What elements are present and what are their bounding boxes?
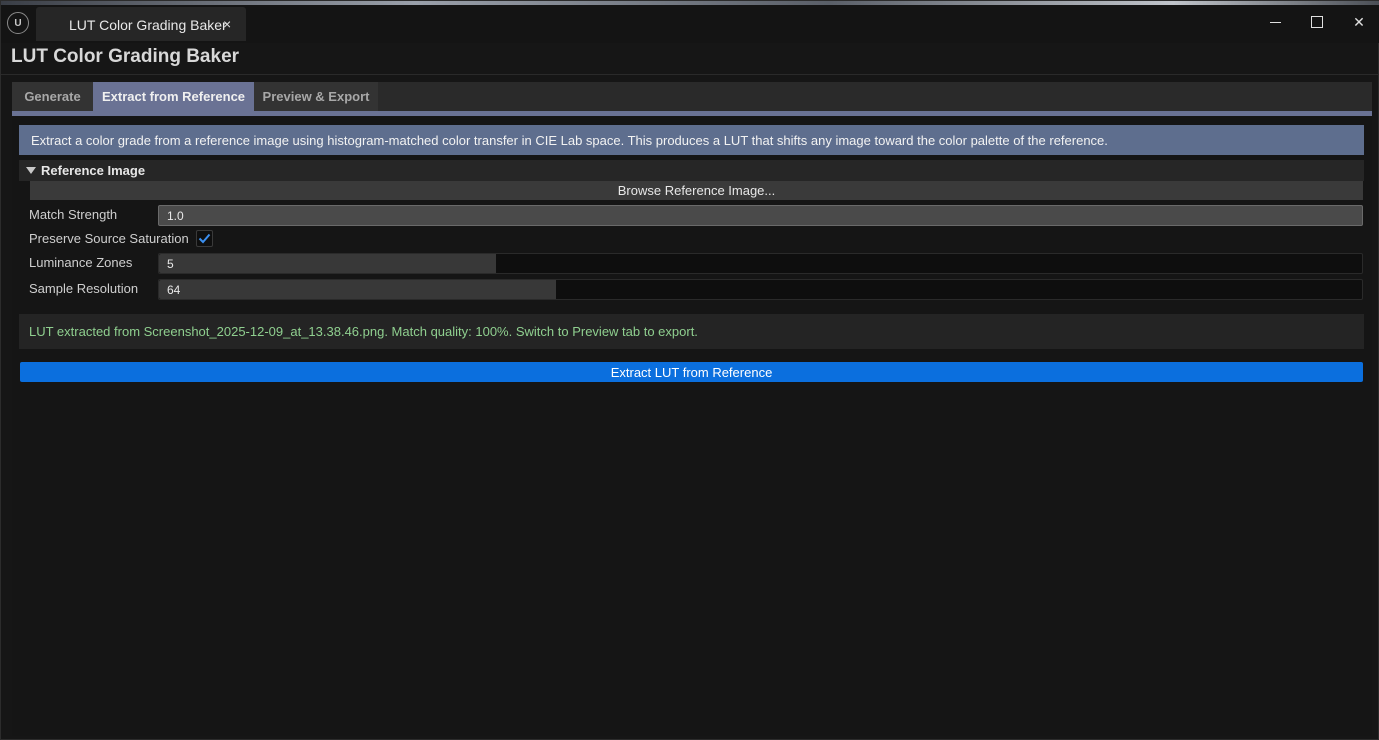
header-divider <box>1 74 1379 75</box>
close-icon: ✕ <box>1353 13 1365 30</box>
checkmark-icon <box>198 233 211 244</box>
sample-resolution-fill <box>159 280 556 299</box>
match-strength-label: Match Strength <box>29 207 118 222</box>
tab-bar: Generate Extract from Reference Preview … <box>12 82 1372 111</box>
chevron-down-icon <box>26 167 36 174</box>
close-tab-icon[interactable]: × <box>223 16 231 32</box>
preserve-saturation-label: Preserve Source Saturation <box>29 231 189 246</box>
tab-extract-from-reference[interactable]: Extract from Reference <box>93 82 254 111</box>
unreal-logo-icon[interactable]: U <box>7 12 29 34</box>
tab-generate[interactable]: Generate <box>12 82 93 111</box>
extract-lut-button[interactable]: Extract LUT from Reference <box>20 362 1363 382</box>
preserve-saturation-checkbox[interactable] <box>196 230 213 247</box>
minimize-button[interactable] <box>1255 9 1295 35</box>
close-window-button[interactable]: ✕ <box>1339 9 1379 35</box>
info-banner: Extract a color grade from a reference i… <box>19 125 1364 155</box>
luminance-zones-fill <box>159 254 496 273</box>
luminance-zones-value: 5 <box>167 257 174 271</box>
tab-preview-export[interactable]: Preview & Export <box>254 82 378 111</box>
document-tab[interactable]: LUT Color Grading Baker × <box>36 7 246 41</box>
maximize-button[interactable] <box>1297 9 1337 35</box>
app-window: U LUT Color Grading Baker × ✕ LUT Color … <box>0 0 1379 740</box>
title-bar: U LUT Color Grading Baker × ✕ <box>1 5 1379 43</box>
page-title: LUT Color Grading Baker <box>11 46 240 67</box>
section-title: Reference Image <box>41 163 146 178</box>
document-tab-label: LUT Color Grading Baker <box>69 17 227 33</box>
match-strength-slider[interactable]: 1.0 <box>158 205 1363 226</box>
browse-reference-image-button[interactable]: Browse Reference Image... <box>30 181 1363 200</box>
status-message: LUT extracted from Screenshot_2025-12-09… <box>19 314 1364 349</box>
info-text: Extract a color grade from a reference i… <box>31 132 1108 148</box>
luminance-zones-slider[interactable]: 5 <box>158 253 1363 274</box>
reference-image-section-header[interactable]: Reference Image <box>19 160 1364 181</box>
sample-resolution-slider[interactable]: 64 <box>158 279 1363 300</box>
luminance-zones-label: Luminance Zones <box>29 255 133 270</box>
sample-resolution-value: 64 <box>167 283 181 297</box>
status-text: LUT extracted from Screenshot_2025-12-09… <box>29 324 698 339</box>
sample-resolution-label: Sample Resolution <box>29 281 139 296</box>
match-strength-value: 1.0 <box>167 209 184 223</box>
minimize-icon <box>1269 21 1281 23</box>
maximize-icon <box>1311 16 1323 28</box>
